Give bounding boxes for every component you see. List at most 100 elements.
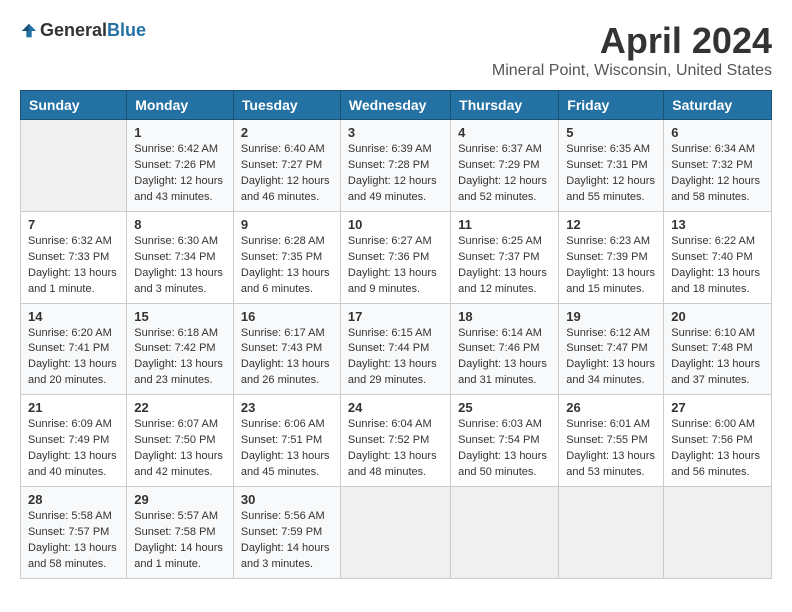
cell-line: and 42 minutes. bbox=[134, 465, 226, 481]
cell-line: Sunset: 7:36 PM bbox=[348, 250, 443, 266]
cell-line: and 40 minutes. bbox=[28, 465, 119, 481]
cell-line: Sunset: 7:46 PM bbox=[458, 341, 551, 357]
cell-line: and 15 minutes. bbox=[566, 282, 656, 298]
calendar-cell: 26Sunrise: 6:01 AMSunset: 7:55 PMDayligh… bbox=[559, 395, 664, 487]
day-number: 21 bbox=[28, 400, 119, 415]
day-number: 23 bbox=[241, 400, 333, 415]
calendar-cell bbox=[451, 487, 559, 579]
calendar-cell: 5Sunrise: 6:35 AMSunset: 7:31 PMDaylight… bbox=[559, 120, 664, 212]
cell-line: Sunrise: 6:14 AM bbox=[458, 326, 551, 342]
cell-line: and 18 minutes. bbox=[671, 282, 764, 298]
cell-line: Daylight: 13 hours bbox=[348, 266, 443, 282]
cell-line: Sunset: 7:48 PM bbox=[671, 341, 764, 357]
cell-line: and 55 minutes. bbox=[566, 190, 656, 206]
calendar-cell: 28Sunrise: 5:58 AMSunset: 7:57 PMDayligh… bbox=[21, 487, 127, 579]
calendar-cell: 11Sunrise: 6:25 AMSunset: 7:37 PMDayligh… bbox=[451, 211, 559, 303]
cell-line: Sunrise: 6:07 AM bbox=[134, 417, 226, 433]
cell-line: Sunset: 7:40 PM bbox=[671, 250, 764, 266]
calendar-cell: 20Sunrise: 6:10 AMSunset: 7:48 PMDayligh… bbox=[664, 303, 772, 395]
cell-content: Sunrise: 6:03 AMSunset: 7:54 PMDaylight:… bbox=[458, 417, 551, 481]
day-number: 8 bbox=[134, 217, 226, 232]
cell-line: Sunrise: 6:32 AM bbox=[28, 234, 119, 250]
cell-line: and 31 minutes. bbox=[458, 373, 551, 389]
calendar-cell: 22Sunrise: 6:07 AMSunset: 7:50 PMDayligh… bbox=[127, 395, 234, 487]
day-number: 1 bbox=[134, 125, 226, 140]
day-number: 3 bbox=[348, 125, 443, 140]
calendar-cell bbox=[21, 120, 127, 212]
cell-line: Sunrise: 6:40 AM bbox=[241, 142, 333, 158]
cell-line: Daylight: 13 hours bbox=[241, 357, 333, 373]
calendar-week-2: 7Sunrise: 6:32 AMSunset: 7:33 PMDaylight… bbox=[21, 211, 772, 303]
cell-content: Sunrise: 6:35 AMSunset: 7:31 PMDaylight:… bbox=[566, 142, 656, 206]
cell-line: Daylight: 12 hours bbox=[566, 174, 656, 190]
cell-line: Sunrise: 6:04 AM bbox=[348, 417, 443, 433]
cell-line: Sunrise: 6:06 AM bbox=[241, 417, 333, 433]
cell-line: Daylight: 13 hours bbox=[458, 266, 551, 282]
cell-line: Sunset: 7:51 PM bbox=[241, 433, 333, 449]
cell-line: Sunset: 7:43 PM bbox=[241, 341, 333, 357]
cell-line: Sunset: 7:33 PM bbox=[28, 250, 119, 266]
cell-line: Sunrise: 6:20 AM bbox=[28, 326, 119, 342]
calendar-week-4: 21Sunrise: 6:09 AMSunset: 7:49 PMDayligh… bbox=[21, 395, 772, 487]
calendar-cell bbox=[559, 487, 664, 579]
calendar-cell bbox=[340, 487, 450, 579]
calendar-cell: 14Sunrise: 6:20 AMSunset: 7:41 PMDayligh… bbox=[21, 303, 127, 395]
logo-blue: Blue bbox=[107, 20, 146, 41]
cell-line: and 37 minutes. bbox=[671, 373, 764, 389]
cell-line: Sunrise: 6:15 AM bbox=[348, 326, 443, 342]
cell-line: Sunset: 7:32 PM bbox=[671, 158, 764, 174]
cell-content: Sunrise: 6:28 AMSunset: 7:35 PMDaylight:… bbox=[241, 234, 333, 298]
day-header-saturday: Saturday bbox=[664, 91, 772, 120]
cell-line: Sunset: 7:35 PM bbox=[241, 250, 333, 266]
cell-line: Sunrise: 6:23 AM bbox=[566, 234, 656, 250]
calendar-cell: 19Sunrise: 6:12 AMSunset: 7:47 PMDayligh… bbox=[559, 303, 664, 395]
cell-line: Sunset: 7:37 PM bbox=[458, 250, 551, 266]
cell-line: Sunrise: 6:34 AM bbox=[671, 142, 764, 158]
cell-content: Sunrise: 6:14 AMSunset: 7:46 PMDaylight:… bbox=[458, 326, 551, 390]
day-number: 11 bbox=[458, 217, 551, 232]
cell-line: Daylight: 13 hours bbox=[28, 449, 119, 465]
day-number: 9 bbox=[241, 217, 333, 232]
day-number: 10 bbox=[348, 217, 443, 232]
calendar-cell: 7Sunrise: 6:32 AMSunset: 7:33 PMDaylight… bbox=[21, 211, 127, 303]
cell-line: Sunrise: 6:28 AM bbox=[241, 234, 333, 250]
day-number: 14 bbox=[28, 309, 119, 324]
cell-line: Sunset: 7:42 PM bbox=[134, 341, 226, 357]
calendar-cell bbox=[664, 487, 772, 579]
cell-line: Sunset: 7:55 PM bbox=[566, 433, 656, 449]
cell-line: Daylight: 13 hours bbox=[566, 266, 656, 282]
calendar-cell: 6Sunrise: 6:34 AMSunset: 7:32 PMDaylight… bbox=[664, 120, 772, 212]
logo-general: General bbox=[40, 20, 107, 41]
cell-line: Sunrise: 5:57 AM bbox=[134, 509, 226, 525]
cell-line: Sunset: 7:57 PM bbox=[28, 525, 119, 541]
cell-line: and 45 minutes. bbox=[241, 465, 333, 481]
cell-content: Sunrise: 6:06 AMSunset: 7:51 PMDaylight:… bbox=[241, 417, 333, 481]
cell-line: Daylight: 14 hours bbox=[241, 541, 333, 557]
cell-line: Daylight: 12 hours bbox=[134, 174, 226, 190]
cell-line: Daylight: 13 hours bbox=[566, 357, 656, 373]
cell-content: Sunrise: 6:18 AMSunset: 7:42 PMDaylight:… bbox=[134, 326, 226, 390]
cell-line: and 46 minutes. bbox=[241, 190, 333, 206]
day-number: 2 bbox=[241, 125, 333, 140]
cell-line: Daylight: 13 hours bbox=[241, 266, 333, 282]
cell-content: Sunrise: 6:15 AMSunset: 7:44 PMDaylight:… bbox=[348, 326, 443, 390]
day-number: 26 bbox=[566, 400, 656, 415]
cell-content: Sunrise: 6:07 AMSunset: 7:50 PMDaylight:… bbox=[134, 417, 226, 481]
cell-line: and 3 minutes. bbox=[134, 282, 226, 298]
calendar-cell: 13Sunrise: 6:22 AMSunset: 7:40 PMDayligh… bbox=[664, 211, 772, 303]
cell-line: Sunset: 7:34 PM bbox=[134, 250, 226, 266]
cell-line: Sunset: 7:29 PM bbox=[458, 158, 551, 174]
cell-line: and 23 minutes. bbox=[134, 373, 226, 389]
cell-line: Sunrise: 6:00 AM bbox=[671, 417, 764, 433]
cell-line: and 58 minutes. bbox=[671, 190, 764, 206]
cell-line: Daylight: 13 hours bbox=[671, 357, 764, 373]
cell-content: Sunrise: 6:27 AMSunset: 7:36 PMDaylight:… bbox=[348, 234, 443, 298]
cell-line: and 9 minutes. bbox=[348, 282, 443, 298]
cell-line: and 43 minutes. bbox=[134, 190, 226, 206]
cell-content: Sunrise: 6:34 AMSunset: 7:32 PMDaylight:… bbox=[671, 142, 764, 206]
cell-line: Sunset: 7:56 PM bbox=[671, 433, 764, 449]
cell-line: Sunset: 7:44 PM bbox=[348, 341, 443, 357]
cell-line: Daylight: 13 hours bbox=[134, 357, 226, 373]
day-header-friday: Friday bbox=[559, 91, 664, 120]
day-number: 13 bbox=[671, 217, 764, 232]
